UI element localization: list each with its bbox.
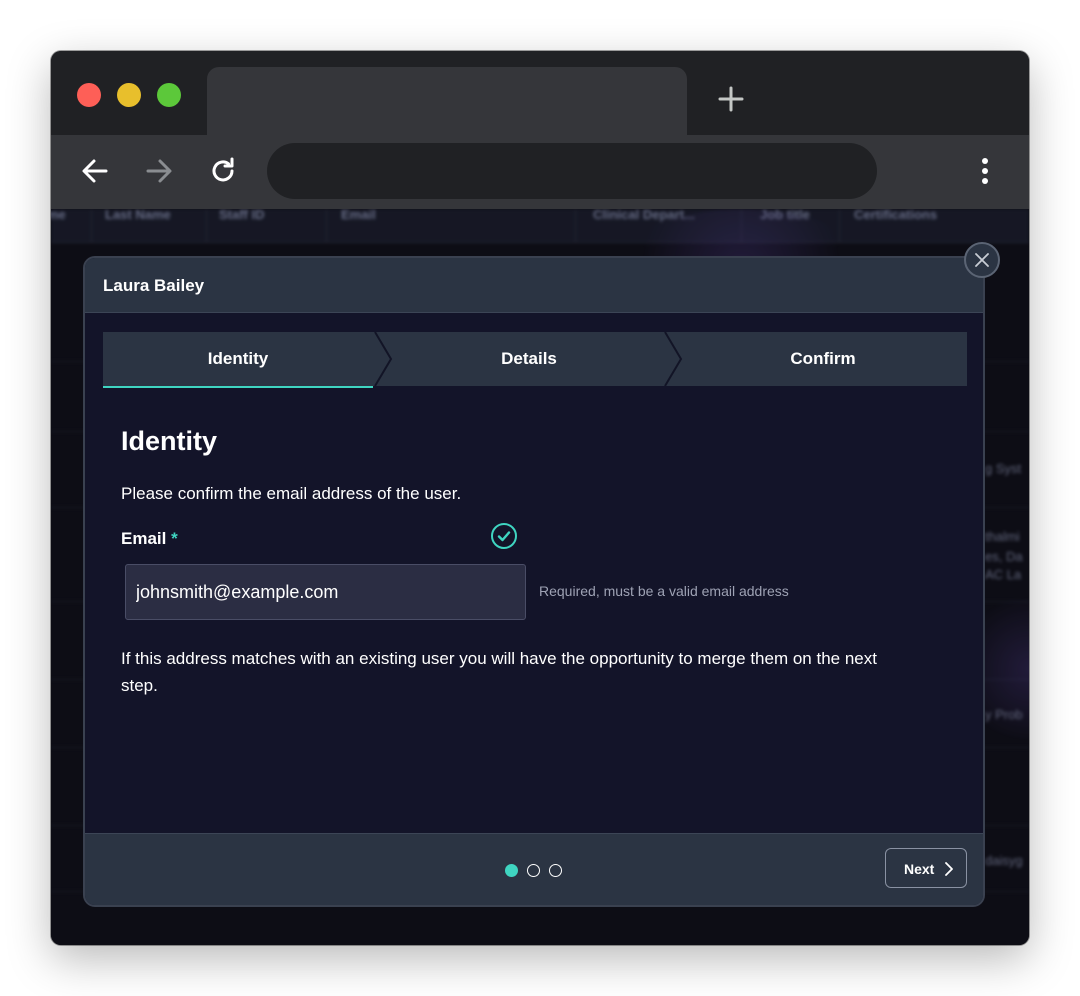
next-button-label: Next <box>904 861 935 877</box>
step-confirm[interactable]: Confirm <box>683 332 963 386</box>
page-content: me Last Name Staff ID Email Clinical Dep… <box>51 209 1029 945</box>
email-label: Email * <box>121 529 178 549</box>
close-icon <box>975 253 989 267</box>
minimize-window-button[interactable] <box>117 83 141 107</box>
close-window-button[interactable] <box>77 83 101 107</box>
next-button[interactable]: Next <box>885 848 967 888</box>
close-modal-button[interactable] <box>964 242 1000 278</box>
pager-dot[interactable] <box>527 864 540 877</box>
bg-cell-fragment: g Syst <box>985 461 1022 476</box>
step-identity[interactable]: Identity <box>103 332 373 386</box>
bg-column-header: me <box>51 209 66 222</box>
bg-column-header: Staff ID <box>219 209 265 222</box>
valid-check-icon <box>491 523 517 549</box>
step-chevron-icon <box>374 332 393 386</box>
section-description: Please confirm the email address of the … <box>121 484 462 503</box>
new-tab-plus-icon[interactable] <box>715 83 747 115</box>
bg-cell-fragment: AC La <box>985 567 1022 582</box>
back-arrow-icon[interactable] <box>79 155 111 187</box>
bg-cell-fragment: daisyg <box>985 853 1023 868</box>
bg-cell-fragment: es, Da <box>985 549 1023 564</box>
pager-dot-active[interactable] <box>505 864 518 877</box>
step-chevron-icon <box>664 332 683 386</box>
email-label-text: Email <box>121 529 167 548</box>
merge-note: If this address matches with an existing… <box>121 649 877 695</box>
email-input[interactable] <box>125 564 526 620</box>
browser-toolbar <box>51 135 1029 209</box>
modal-footer: Next <box>85 833 983 905</box>
bg-column-header: Last Name <box>105 209 171 222</box>
modal-header: Laura Bailey <box>85 258 983 313</box>
address-bar[interactable] <box>267 143 877 199</box>
reload-icon[interactable] <box>207 155 239 187</box>
browser-window: me Last Name Staff ID Email Clinical Dep… <box>51 51 1029 945</box>
bg-column-header: Certifications <box>854 209 938 222</box>
bg-cell-fragment: y Prob <box>985 707 1023 722</box>
bg-column-header: Email <box>341 209 376 222</box>
bg-cell-fragment: thalmi <box>985 529 1020 544</box>
tab-bar <box>51 51 1029 135</box>
user-identity-modal: Laura Bailey Identity Details Confirm Id… <box>83 256 985 907</box>
kebab-menu-icon[interactable] <box>971 155 999 187</box>
pager-dot[interactable] <box>549 864 562 877</box>
browser-tab[interactable] <box>207 67 687 135</box>
forward-arrow-icon[interactable] <box>143 155 175 187</box>
modal-title: Laura Bailey <box>103 276 205 295</box>
step-details[interactable]: Details <box>393 332 665 386</box>
email-hint: Required, must be a valid email address <box>539 583 789 599</box>
active-step-indicator <box>103 386 373 388</box>
section-heading: Identity <box>121 426 218 456</box>
maximize-window-button[interactable] <box>157 83 181 107</box>
required-asterisk: * <box>171 529 178 548</box>
wizard-stepper: Identity Details Confirm <box>103 332 967 388</box>
chevron-right-icon <box>945 862 953 876</box>
background-table-header: me Last Name Staff ID Email Clinical Dep… <box>51 209 1029 243</box>
